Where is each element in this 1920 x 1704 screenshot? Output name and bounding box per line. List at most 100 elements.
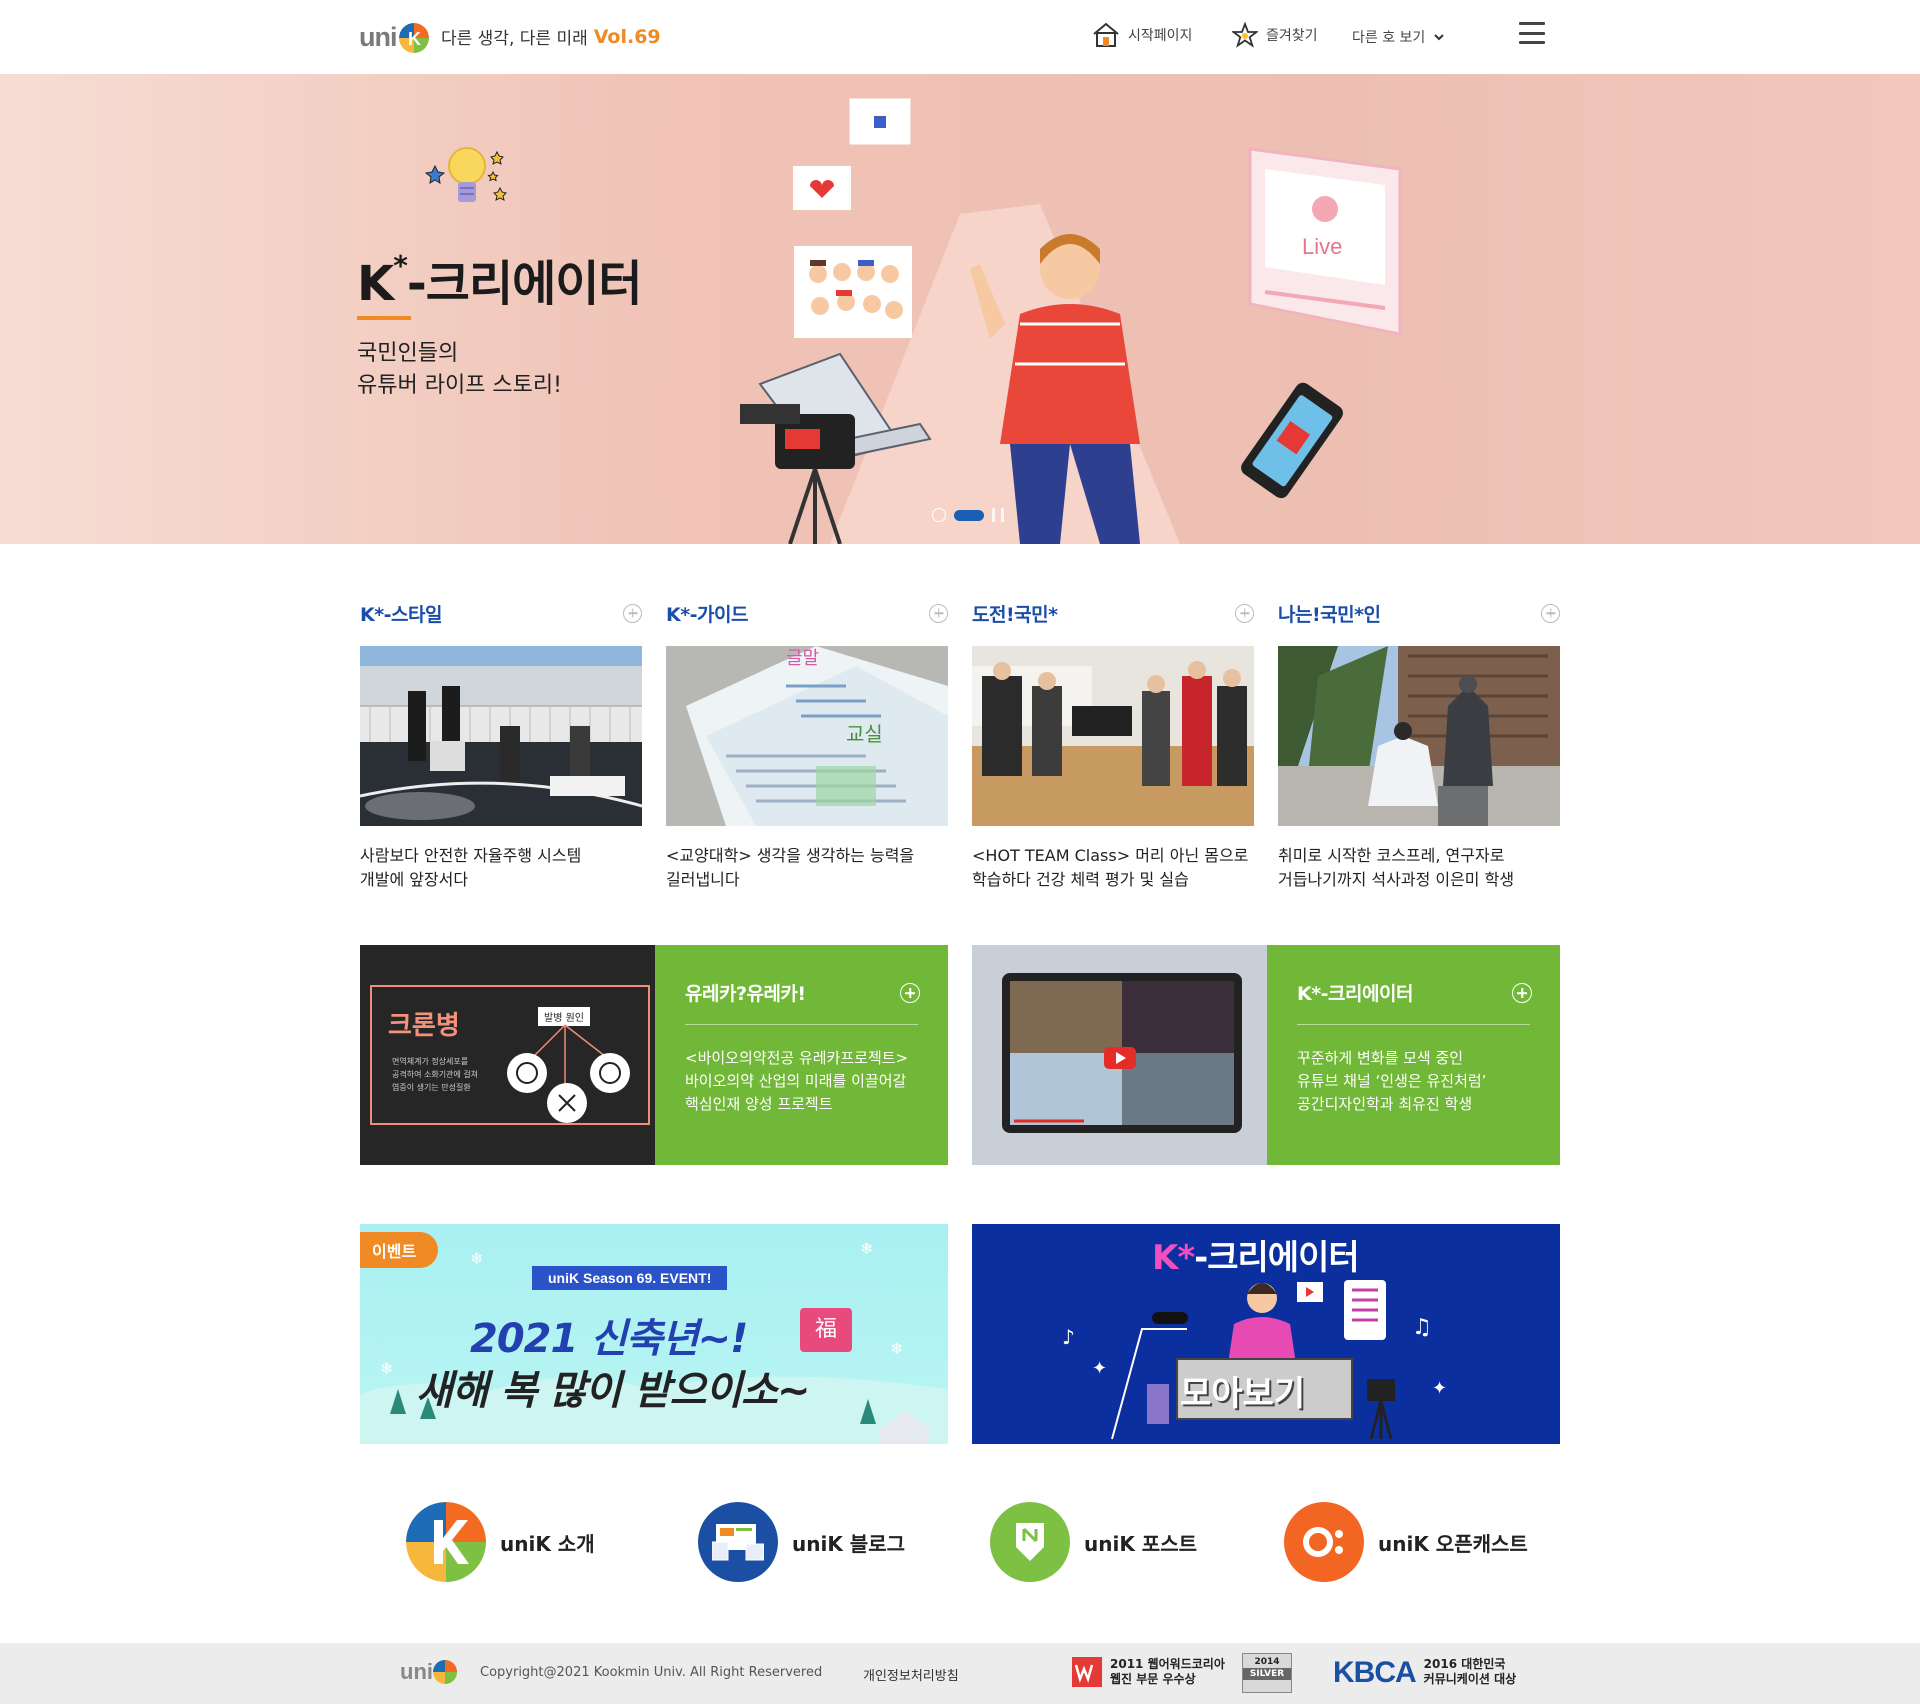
award-web-award-korea: 2011 웹어워드코리아 웹진 부문 우수상: [1072, 1657, 1225, 1687]
blog-icon: [698, 1502, 778, 1582]
slider-dot[interactable]: [932, 508, 946, 522]
svg-text:❄: ❄: [470, 1249, 483, 1268]
menu-button[interactable]: [1519, 22, 1545, 44]
event-banner[interactable]: ❄ ❄ ❄ ❄ 이벤트 uniK Season 69. EVENT! 2021 신축…: [360, 1224, 948, 1444]
privacy-policy-link[interactable]: 개인정보처리방침: [863, 1665, 959, 1684]
feature-title[interactable]: 유레카?유레카!: [685, 979, 918, 1006]
photo-gym-students: [972, 646, 1254, 826]
page: uni K 다른 생각, 다른 미래 Vol.69 시작페이지 즐겨찾기 다른 …: [0, 0, 1920, 1704]
plus-circle-icon[interactable]: [1235, 603, 1254, 623]
wa-award-icon: [1072, 1657, 1102, 1687]
photo-students-with-robot: [360, 646, 642, 826]
naver-post-pen-icon: [1016, 1523, 1044, 1561]
feature-title[interactable]: K*-크리에이터: [1297, 979, 1530, 1006]
card-title[interactable]: 도전!국민*: [972, 600, 1058, 627]
lightbulb-icon: [424, 147, 507, 202]
card-header: 도전!국민*: [972, 600, 1254, 626]
card-description[interactable]: <교양대학> 생각을 생각하는 능력을 길러냅니다: [666, 844, 948, 892]
card-photo-cosplay-student[interactable]: [1278, 646, 1560, 826]
plus-circle-icon[interactable]: [1541, 603, 1560, 623]
home-icon: [1093, 22, 1119, 47]
opencast-logo-icon: [1303, 1527, 1343, 1557]
link-unik-opencast[interactable]: uniK 오픈캐스트: [1284, 1502, 1528, 1582]
card-header: 나는!국민*인: [1278, 600, 1560, 626]
card-description[interactable]: 취미로 시작한 코스프레, 연구자로 거듭나기까지 석사과정 이은미 학생: [1278, 844, 1560, 892]
card-challenge-kookmin[interactable]: 도전!국민* <HOT TEAM Class> 머리 아닌 몸으로 학습하다 건…: [972, 600, 1254, 892]
star-icon: [1232, 22, 1258, 48]
hero-title-k: K: [357, 256, 394, 312]
card-photo-hot-team-class[interactable]: [972, 646, 1254, 826]
card-desc-line2: 거듭나기까지 석사과정 이은미 학생: [1278, 870, 1515, 889]
link-label: uniK 소개: [500, 1531, 595, 1556]
card-desc-line2: 길러냅니다: [666, 870, 740, 889]
plus-circle-icon[interactable]: [1512, 983, 1532, 1003]
plus-circle-icon[interactable]: [929, 603, 948, 623]
plus-circle-icon[interactable]: [623, 603, 642, 623]
volume-label: Vol.69: [593, 25, 661, 48]
svg-text:✦: ✦: [1432, 1378, 1447, 1399]
card-description[interactable]: <HOT TEAM Class> 머리 아닌 몸으로 학습하다 건강 체력 평가…: [972, 844, 1254, 892]
plus-circle-icon[interactable]: [900, 983, 920, 1003]
creator-collection-banner[interactable]: K*-크리에이터 ♪ ♫ ✦ ✦ 모아보기: [972, 1224, 1560, 1444]
footer: uni Copyright@2021 Kookmin Univ. All Rig…: [0, 1643, 1920, 1704]
award-1-line2: 웹진 부문 우수상: [1110, 1672, 1196, 1686]
feature-desc-line2: 유튜브 채널 ‘인생은 유진처럼’: [1297, 1072, 1487, 1090]
feature-description: <바이오의약전공 유레카프로젝트> 바이오의약 산업의 미래를 이끌어갈 핵심인…: [685, 1047, 918, 1116]
feature-desc-line2: 바이오의약 산업의 미래를 이끌어갈: [685, 1072, 907, 1090]
card-k-guide[interactable]: K*-가이드 글말 교실 <교양대학> 생각을 생각하는 능력을 길러냅니다: [666, 600, 948, 892]
menu-bar: [1519, 22, 1545, 25]
feature-k-creator[interactable]: K*-크리에이터 꾸준하게 변화를 모색 중인 유튜브 채널 ‘인생은 유진처럼…: [972, 945, 1560, 1165]
footer-logo-k-icon: [433, 1660, 457, 1684]
tagline: 다른 생각, 다른 미래 Vol.69: [441, 24, 661, 50]
card-k-style[interactable]: K*-스타일 사람보다 안전한 자율주행 시스템 개발에 앞장서다: [360, 600, 642, 892]
hero-subtitle-line2: 유튜버 라이프 스토리!: [357, 373, 562, 398]
link-unik-post[interactable]: uniK 포스트: [990, 1502, 1197, 1582]
event-subheadline: 새해 복 많이 받으이소~: [416, 1368, 810, 1414]
award-2-label: SILVER: [1243, 1668, 1291, 1680]
slider-dot-active[interactable]: [954, 509, 984, 521]
favorite-link[interactable]: 즐겨찾기: [1232, 22, 1318, 48]
favorite-label: 즐겨찾기: [1266, 28, 1318, 44]
award-1-text: 2011 웹어워드코리아 웹진 부문 우수상: [1110, 1657, 1225, 1687]
award-2-year: 2014: [1254, 1657, 1280, 1667]
hero-slider[interactable]: K*-크리에이터 국민인들의 유튜버 라이프 스토리! Live: [0, 74, 1920, 544]
feature-eureka[interactable]: 크론병 발병 원인 면역체계가 정상세포를 공격하여 소화기관에 걸쳐 염증이 …: [360, 945, 948, 1165]
feature-divider: [685, 1024, 918, 1025]
svg-text:❄: ❄: [890, 1339, 903, 1358]
crohns-title: 크론병: [388, 1011, 460, 1041]
link-unik-intro[interactable]: uniK 소개: [406, 1502, 595, 1582]
feature-image-crohns[interactable]: 크론병 발병 원인 면역체계가 정상세포를 공격하여 소화기관에 걸쳐 염증이 …: [360, 945, 655, 1165]
card-photo-autonomous-driving[interactable]: [360, 646, 642, 826]
feature-divider: [1297, 1024, 1530, 1025]
card-title[interactable]: K*-가이드: [666, 600, 749, 627]
crohns-desc-line1: 면역체계가 정상세포를: [392, 1057, 469, 1066]
chevron-down-icon: [1434, 34, 1445, 41]
feature-description: 꾸준하게 변화를 모색 중인 유튜브 채널 ‘인생은 유진처럼’ 공간디자인학과…: [1297, 1047, 1530, 1116]
other-issue-label: 다른 호 보기: [1352, 30, 1426, 46]
other-issue-dropdown[interactable]: 다른 호 보기: [1352, 27, 1445, 47]
feature-desc-line1: 꾸준하게 변화를 모색 중인: [1297, 1049, 1464, 1067]
feature-image-tablet-video[interactable]: [972, 945, 1267, 1165]
feature-desc-line3: 핵심인재 양성 프로젝트: [685, 1095, 833, 1113]
feature-text-panel[interactable]: 유레카?유레카! <바이오의약전공 유레카프로젝트> 바이오의약 산업의 미래를…: [655, 945, 948, 1165]
card-title[interactable]: K*-스타일: [360, 600, 443, 627]
tablet-youtube-image: [1002, 973, 1242, 1133]
card-i-am-kookmin[interactable]: 나는!국민*인 취미로 시작한 코스프레, 연구자로 거듭나기까지 석사과정 이…: [1278, 600, 1560, 892]
card-description[interactable]: 사람보다 안전한 자율주행 시스템 개발에 앞장서다: [360, 844, 642, 892]
unik-logo[interactable]: uni K: [359, 22, 429, 53]
award-kbca: KBCA 2016 대한민국 커뮤니케이션 대상: [1333, 1657, 1516, 1687]
feature-text-panel[interactable]: K*-크리에이터 꾸준하게 변화를 모색 중인 유튜브 채널 ‘인생은 유진처럼…: [1267, 945, 1560, 1165]
card-header: K*-가이드: [666, 600, 948, 626]
card-title[interactable]: 나는!국민*인: [1278, 600, 1381, 627]
link-unik-blog[interactable]: uniK 블로그: [698, 1502, 905, 1582]
card-desc-line2: 학습하다 건강 체력 평가 및 실습: [972, 870, 1189, 889]
slider-dots: [932, 508, 1004, 522]
card-photo-liberal-arts[interactable]: 글말 교실: [666, 646, 948, 826]
feature-desc-line1: <바이오의약전공 유레카프로젝트>: [685, 1049, 909, 1067]
tagline-text: 다른 생각, 다른 미래: [441, 29, 588, 49]
menu-bar: [1519, 41, 1545, 44]
svg-text:❄: ❄: [860, 1239, 873, 1258]
photo-statue-and-student: [1278, 646, 1560, 826]
slider-pause-button[interactable]: [992, 508, 1004, 522]
home-page-link[interactable]: 시작페이지: [1092, 22, 1192, 48]
